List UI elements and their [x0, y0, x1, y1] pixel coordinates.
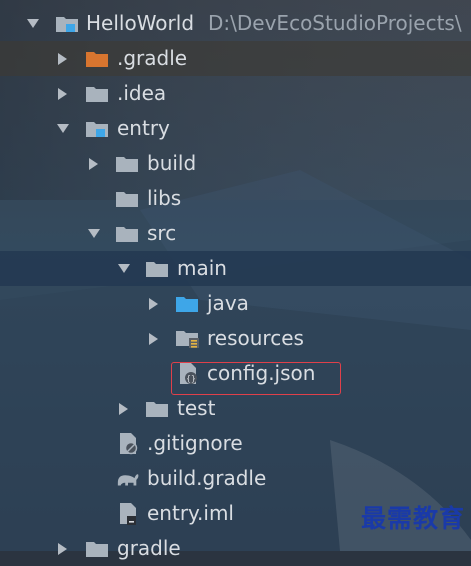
tree-label-entry-iml: entry.iml [147, 501, 234, 525]
tree-label-test: test [177, 396, 216, 420]
tree-row-helloworld[interactable]: HelloWorld D:\DevEcoStudioProjects\ [0, 6, 471, 41]
tree-row-libs[interactable]: libs [0, 181, 471, 216]
iml-file-icon [118, 496, 142, 531]
tree-label-build-gradle: build.gradle [147, 466, 267, 490]
tree-label-resources: resources [207, 326, 304, 350]
chevron-right-icon[interactable] [56, 76, 70, 111]
chevron-right-icon[interactable] [117, 391, 131, 426]
tree-row-gradle[interactable]: gradle [0, 531, 471, 566]
tree-row-main[interactable]: main [0, 251, 471, 286]
tree-label-gradle: gradle [117, 536, 181, 560]
source-folder-icon [176, 286, 200, 321]
tree-row-gitignore[interactable]: .gitignore [0, 426, 471, 461]
tree-row-resources[interactable]: resources [0, 321, 471, 356]
project-path: D:\DevEcoStudioProjects\ [208, 11, 462, 35]
folder-icon [86, 531, 110, 566]
chevron-down-icon[interactable] [117, 251, 131, 286]
tree-label-dot-gradle: .gradle [117, 46, 188, 70]
chevron-right-icon[interactable] [56, 531, 70, 566]
chevron-down-icon[interactable] [87, 216, 101, 251]
folder-icon [116, 146, 140, 181]
tree-label-build: build [147, 151, 197, 175]
chevron-right-icon[interactable] [56, 41, 70, 76]
tree-row-dot-idea[interactable]: .idea [0, 76, 471, 111]
chevron-right-icon[interactable] [147, 286, 161, 321]
project-folder-icon [56, 6, 80, 41]
tree-label-helloworld: HelloWorld [86, 11, 195, 35]
folder-icon [116, 216, 140, 251]
gitignore-file-icon [118, 426, 142, 461]
tree-label-gitignore: .gitignore [147, 431, 243, 455]
tree-label-src: src [147, 221, 177, 245]
highlight-annotation-box [171, 362, 341, 395]
folder-icon [146, 391, 170, 426]
folder-icon [86, 76, 110, 111]
tree-row-dot-gradle[interactable]: .gradle [0, 41, 471, 76]
chevron-down-icon[interactable] [56, 111, 70, 146]
tree-row-src[interactable]: src [0, 216, 471, 251]
tree-row-test[interactable]: test [0, 391, 471, 426]
chevron-right-icon[interactable] [87, 146, 101, 181]
watermark-text: 最需教育 [360, 504, 465, 533]
tree-row-build[interactable]: build [0, 146, 471, 181]
resource-folder-icon [176, 321, 200, 356]
tree-label-main: main [177, 256, 227, 280]
chevron-down-icon[interactable] [26, 6, 40, 41]
folder-icon [116, 181, 140, 216]
tree-row-java[interactable]: java [0, 286, 471, 321]
tree-label-dot-idea: .idea [117, 81, 167, 105]
folder-icon [146, 251, 170, 286]
folder-excluded-icon [86, 41, 110, 76]
chevron-right-icon[interactable] [147, 321, 161, 356]
tree-row-entry[interactable]: entry [0, 111, 471, 146]
tree-label-libs: libs [147, 186, 182, 210]
module-folder-icon [86, 111, 110, 146]
tree-label-java: java [207, 291, 249, 315]
tree-label-entry: entry [117, 116, 170, 140]
gradle-file-icon [116, 461, 140, 496]
tree-row-build-gradle[interactable]: build.gradle [0, 461, 471, 496]
